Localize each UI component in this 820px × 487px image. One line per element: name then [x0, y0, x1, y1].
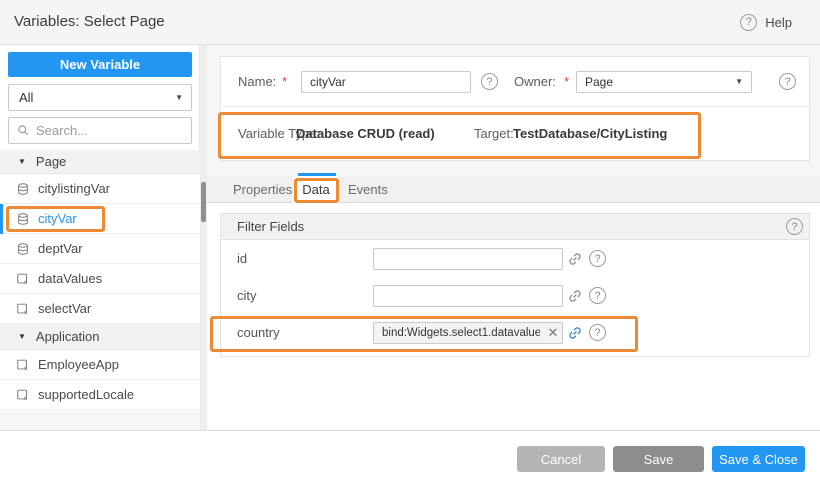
tree-section-label: Application — [36, 329, 100, 344]
tree-section-label: Page — [36, 154, 66, 169]
filter-field-label: id — [237, 248, 247, 270]
tree-item-label: dataValues — [38, 271, 102, 286]
variable-tree: ▼ Page citylistingVar cityVar — [0, 150, 200, 432]
tree-item-label: cityVar — [38, 211, 77, 226]
model-variable-icon: x — [16, 302, 30, 316]
name-help-icon[interactable]: ? — [481, 73, 498, 90]
tree-item-supportedlocale[interactable]: x supportedLocale — [0, 380, 200, 410]
owner-label: Owner: — [514, 57, 556, 106]
filter-row-country: country ✕ ? — [221, 322, 809, 344]
filter-id-input[interactable] — [373, 248, 563, 270]
tree-filler — [0, 410, 200, 432]
field-help-icon[interactable]: ? — [589, 324, 606, 341]
filter-field-label: city — [237, 285, 257, 307]
filter-row-city: city ? — [221, 285, 809, 307]
variable-form-panel: Name: * ? Owner: * Page ▼ ? Variable Typ… — [220, 56, 810, 161]
tree-item-employeeapp[interactable]: x EmployeeApp — [0, 350, 200, 380]
footer-bar: Cancel Save Save & Close — [0, 430, 820, 487]
owner-select[interactable]: Page ▼ — [576, 71, 752, 93]
search-input[interactable] — [36, 123, 176, 138]
bind-link-icon[interactable] — [567, 288, 583, 304]
model-variable-icon: x — [16, 272, 30, 286]
tree-item-label: supportedLocale — [38, 387, 134, 402]
tab-events[interactable]: Events — [348, 176, 388, 203]
tree-item-cityvar-selected[interactable]: cityVar — [0, 204, 200, 234]
database-variable-icon — [16, 242, 30, 256]
filter-fields-title: Filter Fields — [237, 214, 304, 239]
target-value: TestDatabase/CityListing — [513, 107, 667, 161]
tree-item-label: citylistingVar — [38, 181, 110, 196]
collapse-arrow-icon: ▼ — [18, 157, 26, 166]
filter-row-id: id ? — [221, 248, 809, 270]
filter-fields-help-icon[interactable]: ? — [786, 218, 803, 235]
filter-city-input[interactable] — [373, 285, 563, 307]
variables-dialog: Variables: Select Page ? Help New Variab… — [0, 0, 820, 487]
save-and-close-button[interactable]: Save & Close — [712, 446, 805, 472]
bind-link-icon[interactable] — [567, 251, 583, 267]
tree-item-label: EmployeeApp — [38, 357, 119, 372]
name-input[interactable] — [301, 71, 471, 93]
help-label: Help — [765, 15, 792, 30]
target-label: Target: — [474, 107, 514, 161]
svg-text:x: x — [24, 394, 27, 401]
save-button[interactable]: Save — [613, 446, 704, 472]
filter-fields-panel: Filter Fields ? id ? city ? country ✕ — [220, 213, 810, 357]
dialog-header: Variables: Select Page ? Help — [0, 0, 820, 45]
tab-data[interactable]: Data — [293, 176, 339, 204]
variable-type-row: Variable Type: Database CRUD (read) Targ… — [221, 107, 809, 161]
help-question-icon: ? — [740, 14, 757, 31]
dialog-title: Variables: Select Page — [14, 0, 165, 44]
filter-field-label: country — [237, 322, 280, 344]
chevron-down-icon: ▼ — [175, 85, 183, 110]
tree-item-selectvar[interactable]: x selectVar — [0, 294, 200, 324]
help-button[interactable]: ? Help — [740, 0, 792, 44]
sidebar-scrollbar-track[interactable] — [200, 45, 207, 430]
model-variable-icon: x — [16, 358, 30, 372]
tab-properties[interactable]: Properties — [233, 176, 292, 203]
field-help-icon[interactable]: ? — [589, 287, 606, 304]
name-label: Name: — [238, 57, 276, 106]
tree-section-page[interactable]: ▼ Page — [0, 150, 200, 174]
owner-select-value: Page — [585, 75, 613, 89]
required-asterisk: * — [564, 57, 569, 106]
database-variable-icon — [16, 182, 30, 196]
new-variable-button[interactable]: New Variable — [8, 52, 192, 77]
model-variable-icon: x — [16, 388, 30, 402]
name-owner-row: Name: * ? Owner: * Page ▼ ? — [221, 57, 809, 107]
search-icon — [17, 124, 30, 137]
tab-bar: Properties Data Events — [207, 176, 820, 203]
cancel-button[interactable]: Cancel — [517, 446, 605, 472]
tree-item-label: deptVar — [38, 241, 83, 256]
owner-help-icon[interactable]: ? — [779, 73, 796, 90]
sidebar-scrollbar-thumb[interactable] — [201, 182, 206, 222]
tree-item-datavalues[interactable]: x dataValues — [0, 264, 200, 294]
variable-type-value: Database CRUD (read) — [296, 107, 435, 161]
svg-text:x: x — [24, 308, 27, 315]
svg-text:x: x — [24, 364, 27, 371]
variable-filter-select[interactable]: All ▼ — [8, 84, 192, 111]
required-asterisk: * — [282, 57, 287, 106]
filter-fields-header: Filter Fields ? — [221, 214, 809, 240]
variable-filter-value: All — [19, 90, 33, 105]
chevron-down-icon: ▼ — [735, 72, 743, 92]
database-variable-icon — [16, 212, 30, 226]
tree-item-citylistingvar[interactable]: citylistingVar — [0, 174, 200, 204]
filter-country-input[interactable] — [373, 322, 563, 344]
tree-item-label: selectVar — [38, 301, 91, 316]
active-tab-indicator — [298, 173, 336, 176]
clear-binding-icon[interactable]: ✕ — [543, 322, 563, 344]
svg-text:x: x — [24, 278, 27, 285]
sidebar: New Variable All ▼ ▼ Page citylistingVar — [0, 45, 200, 430]
search-box — [8, 117, 192, 144]
field-help-icon[interactable]: ? — [589, 250, 606, 267]
bind-link-icon-active[interactable] — [567, 325, 583, 341]
collapse-arrow-icon: ▼ — [18, 332, 26, 341]
selected-item-bar — [0, 204, 3, 234]
tree-item-deptvar[interactable]: deptVar — [0, 234, 200, 264]
tree-section-application[interactable]: ▼ Application — [0, 324, 200, 350]
